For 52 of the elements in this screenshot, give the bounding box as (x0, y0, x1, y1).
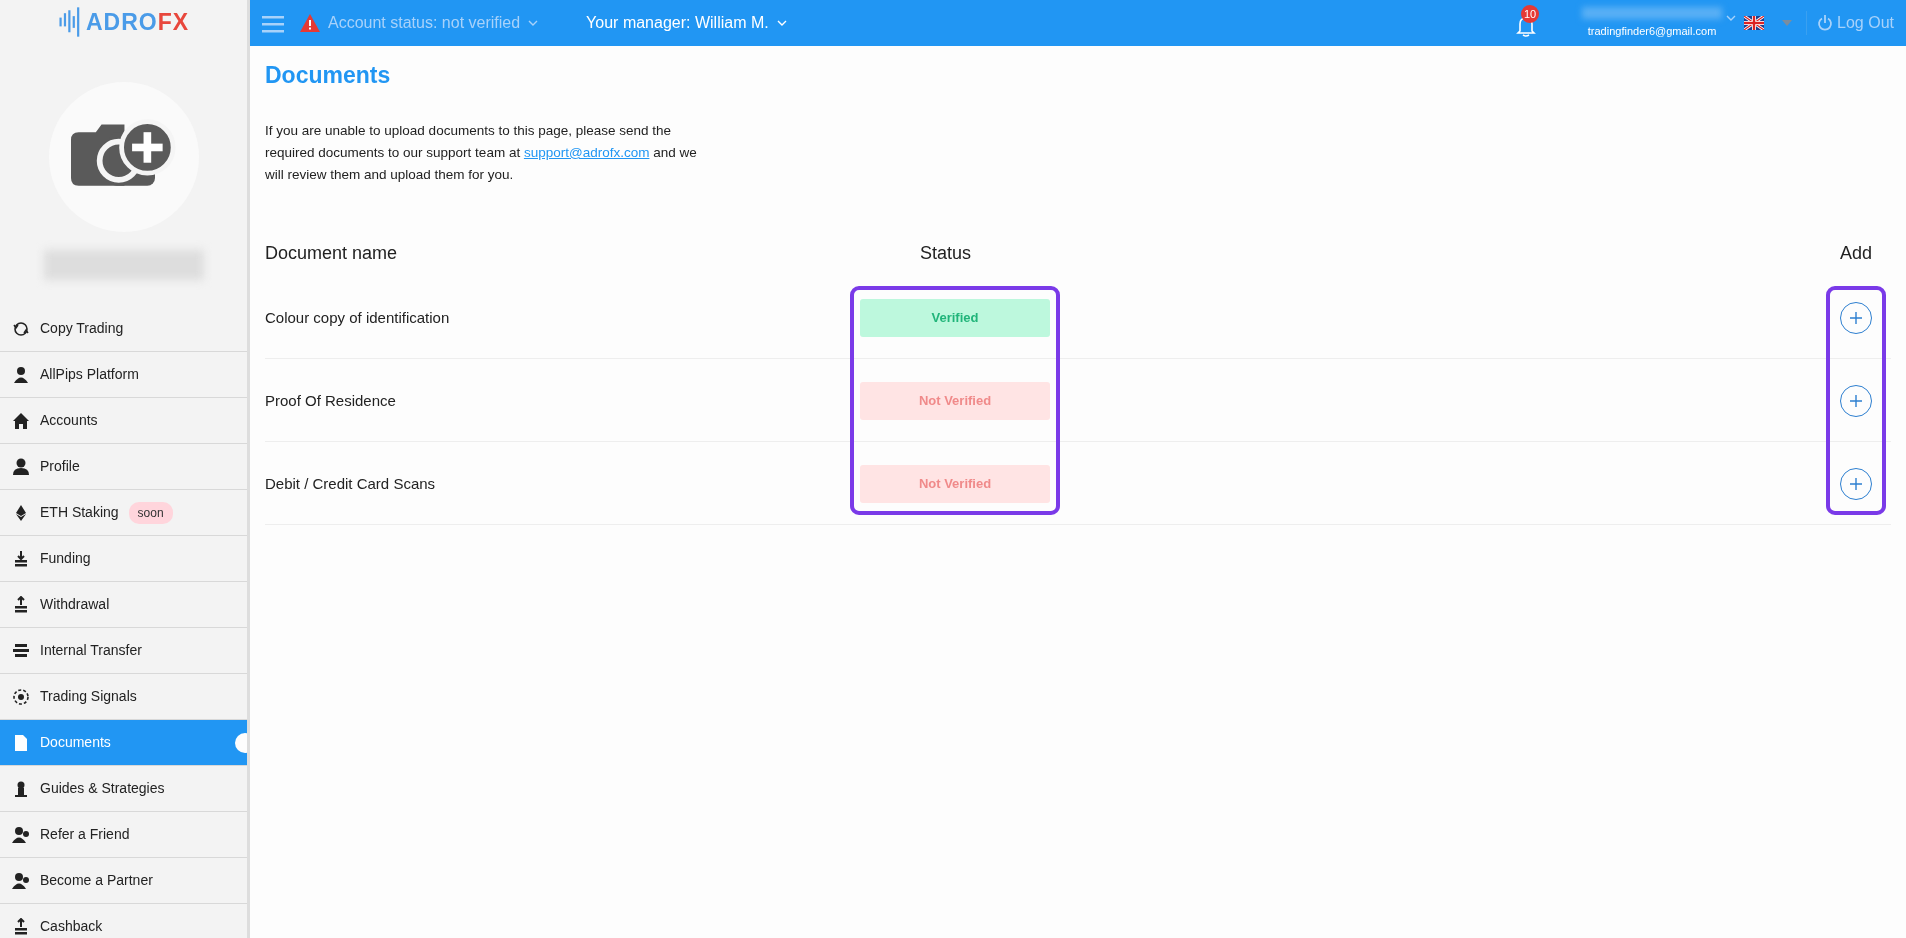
status-badge: Verified (860, 298, 1050, 337)
document-name: Debit / Credit Card Scans (265, 473, 436, 494)
sidebar-item[interactable]: Become a Partner (0, 858, 247, 904)
intro-text: If you are unable to upload documents to this page, please send the required documents to our support team at support@adrofx.com and we will review them and upload them for you. (265, 121, 698, 185)
power-icon (1817, 15, 1834, 31)
document-name: Colour copy of identification (265, 307, 450, 328)
sidebar-item[interactable]: AllPips Platform (0, 352, 247, 398)
sidebar-item[interactable]: Guides & Strategies (0, 766, 247, 812)
brand-logo: ADROFX (85, 7, 190, 37)
upload-icon (12, 917, 30, 936)
chevron-down-icon (528, 19, 539, 27)
upload-icon (12, 595, 30, 614)
sidebar-item[interactable]: Cashback (0, 904, 247, 938)
sidebar-item[interactable]: Withdrawal (0, 582, 247, 628)
sidebar-item[interactable]: Profile (0, 444, 247, 490)
document-icon (12, 733, 30, 752)
gear-icon (12, 687, 30, 706)
uk-flag-icon[interactable] (1744, 16, 1765, 30)
caret-down-icon (1782, 20, 1793, 26)
column-header: Document name (265, 241, 399, 265)
status-badge: Not Verified (860, 464, 1050, 503)
menu-icon (262, 14, 284, 33)
person-icon (12, 365, 30, 384)
plus-icon (1849, 310, 1863, 325)
document-name: Proof Of Residence (265, 390, 396, 411)
sidebar-item[interactable]: Internal Transfer (0, 628, 247, 674)
sync-icon (12, 319, 30, 338)
soon-badge: soon (128, 501, 173, 524)
person-icon (12, 457, 30, 476)
sidebar-item[interactable]: Funding (0, 536, 247, 582)
page-title: Documents (265, 62, 392, 90)
sidebar-item[interactable]: ETH Staking soon (0, 490, 247, 536)
people-icon (12, 825, 30, 844)
column-header: Add (1839, 241, 1873, 265)
home-icon (12, 411, 30, 430)
notification-count: 10 (1521, 5, 1540, 23)
sidebar-item[interactable]: Refer a Friend (0, 812, 247, 858)
logo-icon (57, 7, 80, 37)
plus-icon (1849, 393, 1863, 408)
people-icon (12, 871, 30, 890)
plus-icon (1849, 476, 1863, 491)
download-icon (12, 549, 30, 568)
notifications-button[interactable]: 10 (1510, 5, 1543, 41)
status-badge: Not Verified (860, 381, 1050, 420)
pawn-icon (12, 779, 30, 798)
chevron-down-icon (1726, 14, 1737, 22)
sidebar-item[interactable]: Accounts (0, 398, 247, 444)
warning-icon (300, 14, 320, 32)
sidebar-item[interactable]: Copy Trading (0, 306, 247, 352)
column-header: Status (919, 241, 973, 265)
chevron-down-icon (776, 19, 787, 27)
stack-icon (12, 641, 30, 660)
